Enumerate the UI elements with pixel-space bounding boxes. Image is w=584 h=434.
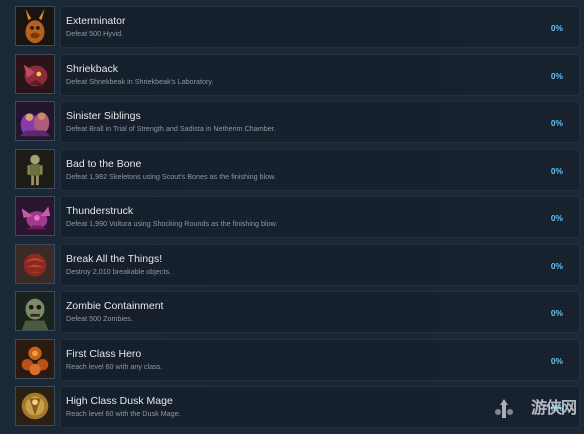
watermark: 游侠网: [531, 394, 576, 418]
achievement-title: Thunderstruck: [66, 205, 133, 217]
achievement-card: Break All the Things! Destroy 2,010 brea…: [60, 244, 580, 286]
achievement-card: Exterminator Defeat 500 Hyvid. 0%: [60, 6, 580, 48]
high-class-dusk-mage-icon: [15, 386, 55, 426]
achievement-title: Break All the Things!: [66, 253, 162, 265]
achievement-percent: 0%: [551, 356, 563, 366]
achievement-row[interactable]: Exterminator Defeat 500 Hyvid. 0%: [12, 6, 572, 54]
achievement-description: Destroy 2,010 breakable objects.: [66, 267, 171, 276]
achievement-row[interactable]: First Class Hero Reach level 60 with any…: [12, 339, 572, 387]
achievement-description: Reach level 60 with the Dusk Mage.: [66, 409, 181, 418]
achievement-title: Shriekback: [66, 63, 118, 75]
achievement-description: Defeat Shriekbeak in Shriekbeak's Labora…: [66, 77, 213, 86]
achievement-description: Defeat 1,990 Voltura using Shocking Roun…: [66, 219, 277, 228]
achievement-title: High Class Dusk Mage: [66, 395, 173, 407]
achievement-list: Exterminator Defeat 500 Hyvid. 0% Shriek…: [12, 6, 572, 434]
achievement-title: Sinister Siblings: [66, 110, 141, 122]
achievement-card: Shriekback Defeat Shriekbeak in Shriekbe…: [60, 54, 580, 96]
achievement-row[interactable]: Thunderstruck Defeat 1,990 Voltura using…: [12, 196, 572, 244]
achievement-description: Defeat 500 Zombies.: [66, 314, 133, 323]
achievement-description: Defeat 500 Hyvid.: [66, 29, 123, 38]
achievement-percent: 0%: [551, 118, 563, 128]
achievement-percent: 0%: [551, 308, 563, 318]
achievement-row[interactable]: Bad to the Bone Defeat 1,982 Skeletons u…: [12, 149, 572, 197]
achievement-card: Zombie Containment Defeat 500 Zombies. 0…: [60, 291, 580, 333]
achievement-percent: 0%: [551, 261, 563, 271]
achievement-card: First Class Hero Reach level 60 with any…: [60, 339, 580, 381]
achievement-percent: 0%: [551, 166, 563, 176]
achievement-card: Sinister Siblings Defeat Brall in Trial …: [60, 101, 580, 143]
achievement-row[interactable]: Zombie Containment Defeat 500 Zombies. 0…: [12, 291, 572, 339]
exterminator-icon: [15, 6, 55, 46]
achievement-row[interactable]: Shriekback Defeat Shriekbeak in Shriekbe…: [12, 54, 572, 102]
thunderstruck-icon: [15, 196, 55, 236]
achievement-card: Bad to the Bone Defeat 1,982 Skeletons u…: [60, 149, 580, 191]
achievement-card: Thunderstruck Defeat 1,990 Voltura using…: [60, 196, 580, 238]
watermark-logo-icon: [494, 398, 514, 420]
achievement-description: Defeat 1,982 Skeletons using Scout's Bon…: [66, 172, 276, 181]
achievement-description: Reach level 60 with any class.: [66, 362, 162, 371]
achievement-percent: 0%: [551, 213, 563, 223]
zombie-containment-icon: [15, 291, 55, 331]
achievement-title: Zombie Containment: [66, 300, 163, 312]
achievement-title: Bad to the Bone: [66, 158, 141, 170]
achievement-row[interactable]: Break All the Things! Destroy 2,010 brea…: [12, 244, 572, 292]
achievement-description: Defeat Brall in Trial of Strength and Sa…: [66, 124, 276, 133]
achievement-percent: 0%: [551, 23, 563, 33]
achievement-title: First Class Hero: [66, 348, 141, 360]
achievement-row[interactable]: High Class Dusk Mage Reach level 60 with…: [12, 386, 572, 434]
first-class-hero-icon: [15, 339, 55, 379]
bad-to-the-bone-icon: [15, 149, 55, 189]
achievement-row[interactable]: Sinister Siblings Defeat Brall in Trial …: [12, 101, 572, 149]
achievement-percent: 0%: [551, 71, 563, 81]
sinister-siblings-icon: [15, 101, 55, 141]
break-all-the-things-icon: [15, 244, 55, 284]
shriekback-icon: [15, 54, 55, 94]
achievement-title: Exterminator: [66, 15, 126, 27]
